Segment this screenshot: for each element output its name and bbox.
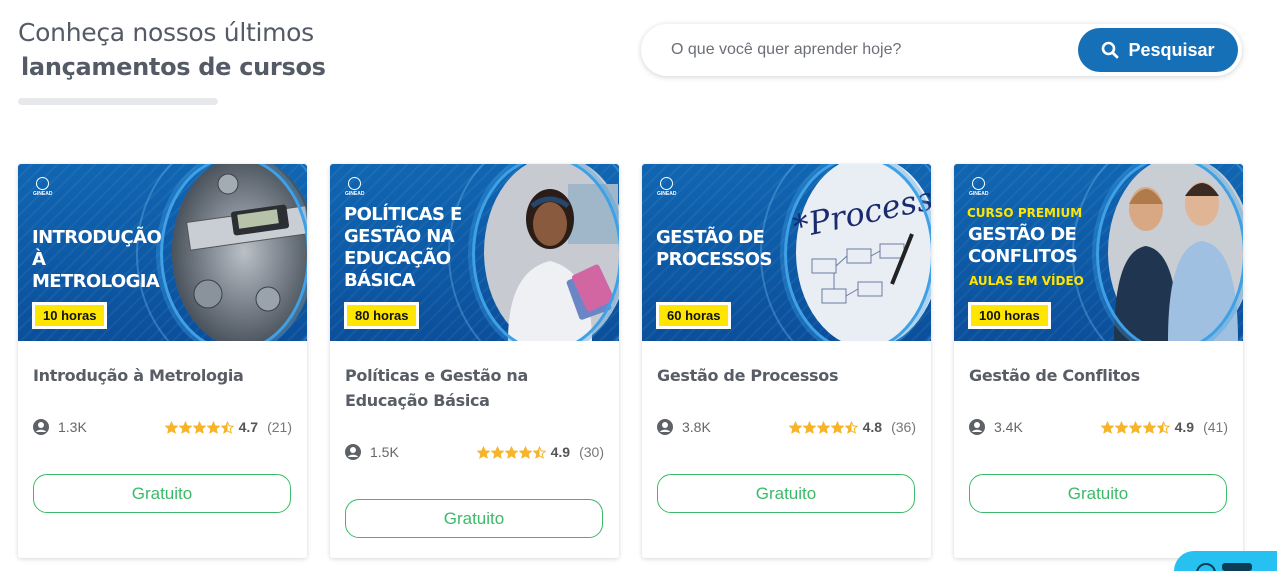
thumbnail-title: INTRODUÇÃO À METROLOGIA xyxy=(32,227,162,292)
search-button-label: Pesquisar xyxy=(1128,39,1215,60)
ginead-logo: GINEAD xyxy=(657,177,676,197)
search-bar: Pesquisar xyxy=(641,24,1242,76)
hours-badge: 60 horas xyxy=(656,302,732,329)
hours-badge: 10 horas xyxy=(32,302,108,329)
star-icon xyxy=(1156,420,1170,434)
gratuito-button[interactable]: Gratuito xyxy=(657,474,915,513)
rating-value: 4.7 xyxy=(238,419,259,435)
chat-icon xyxy=(1196,563,1216,571)
premium-label: CURSO PREMIUM xyxy=(967,206,1083,220)
review-count: (30) xyxy=(579,444,604,460)
ginead-logo: GINEAD xyxy=(33,177,52,197)
student-count: 1.3K xyxy=(58,419,87,435)
section-heading: Conheça nossos últimos lançamentos de cu… xyxy=(18,18,326,81)
student-count: 3.8K xyxy=(682,419,711,435)
review-count: (41) xyxy=(1203,419,1228,435)
star-icon xyxy=(518,445,532,459)
star-icon xyxy=(830,420,844,434)
star-icon xyxy=(802,420,816,434)
star-icon xyxy=(788,420,802,434)
star-rating xyxy=(1100,420,1170,434)
star-icon xyxy=(206,420,220,434)
star-icon xyxy=(1142,420,1156,434)
star-rating xyxy=(788,420,858,434)
course-thumbnail[interactable]: GINEAD CURSO PREMIUM GESTÃO DE CONFLITOS… xyxy=(954,164,1243,341)
heading-underline xyxy=(18,98,218,105)
thumbnail-title: GESTÃO DE PROCESSOS xyxy=(656,227,772,270)
course-card-conflitos[interactable]: GINEAD CURSO PREMIUM GESTÃO DE CONFLITOS… xyxy=(954,164,1243,558)
course-title[interactable]: Políticas e Gestão na Educação Básica xyxy=(345,363,607,413)
star-icon xyxy=(504,445,518,459)
search-button[interactable]: Pesquisar xyxy=(1078,28,1238,72)
course-title[interactable]: Introdução à Metrologia xyxy=(33,363,295,388)
course-stats: 3.8K 4.8 (36) xyxy=(657,419,916,435)
course-thumbnail[interactable]: GINEAD INTRODUÇÃO À METROLOGIA 10 horas xyxy=(18,164,307,341)
star-icon xyxy=(192,420,206,434)
student-count: 1.5K xyxy=(370,444,399,460)
star-icon xyxy=(490,445,504,459)
user-icon xyxy=(657,419,673,435)
star-icon xyxy=(1100,420,1114,434)
heading-line-2: lançamentos de cursos xyxy=(21,53,326,81)
course-card-politicas[interactable]: GINEAD POLÍTICAS E GESTÃO NA EDUCAÇÃO BÁ… xyxy=(330,164,619,558)
user-icon xyxy=(33,419,49,435)
chat-widget-button[interactable] xyxy=(1174,551,1277,571)
star-rating xyxy=(476,445,546,459)
star-icon xyxy=(220,420,234,434)
user-icon xyxy=(345,444,361,460)
hours-badge: 100 horas xyxy=(968,302,1051,329)
star-icon xyxy=(1128,420,1142,434)
review-count: (21) xyxy=(267,419,292,435)
course-title[interactable]: Gestão de Conflitos xyxy=(969,363,1231,388)
ginead-logo: GINEAD xyxy=(345,177,364,197)
star-rating xyxy=(164,420,234,434)
thumbnail-title: POLÍTICAS E GESTÃO NA EDUCAÇÃO BÁSICA xyxy=(344,204,462,291)
gratuito-button[interactable]: Gratuito xyxy=(33,474,291,513)
search-input[interactable] xyxy=(671,38,1071,62)
rating-value: 4.8 xyxy=(862,419,883,435)
hours-badge: 80 horas xyxy=(344,302,420,329)
course-card-metrologia[interactable]: GINEAD INTRODUÇÃO À METROLOGIA 10 horas … xyxy=(18,164,307,558)
course-thumbnail[interactable]: GINEAD POLÍTICAS E GESTÃO NA EDUCAÇÃO BÁ… xyxy=(330,164,619,341)
gratuito-button[interactable]: Gratuito xyxy=(345,499,603,538)
review-count: (36) xyxy=(891,419,916,435)
student-count: 3.4K xyxy=(994,419,1023,435)
rating-value: 4.9 xyxy=(1174,419,1195,435)
search-icon xyxy=(1102,41,1119,59)
star-icon xyxy=(816,420,830,434)
video-lessons-label: AULAS EM VÍDEO xyxy=(969,274,1084,288)
course-stats: 1.3K 4.7 (21) xyxy=(33,419,292,435)
heading-line-1: Conheça nossos últimos xyxy=(18,18,314,47)
star-icon xyxy=(844,420,858,434)
star-icon xyxy=(1114,420,1128,434)
user-icon xyxy=(969,419,985,435)
course-thumbnail[interactable]: *Process GINEAD GESTÃO DE PROCESSOS 60 h… xyxy=(642,164,931,341)
course-title[interactable]: Gestão de Processos xyxy=(657,363,919,388)
course-card-processos[interactable]: *Process GINEAD GESTÃO DE PROCESSOS 60 h… xyxy=(642,164,931,558)
star-icon xyxy=(164,420,178,434)
star-icon xyxy=(178,420,192,434)
star-icon xyxy=(532,445,546,459)
thumbnail-title: GESTÃO DE CONFLITOS xyxy=(968,224,1078,267)
gratuito-button[interactable]: Gratuito xyxy=(969,474,1227,513)
ginead-logo: GINEAD xyxy=(969,177,988,197)
course-stats: 3.4K 4.9 (41) xyxy=(969,419,1228,435)
star-icon xyxy=(476,445,490,459)
course-stats: 1.5K 4.9 (30) xyxy=(345,444,604,460)
page: Conheça nossos últimos lançamentos de cu… xyxy=(0,0,1277,571)
rating-value: 4.9 xyxy=(550,444,571,460)
